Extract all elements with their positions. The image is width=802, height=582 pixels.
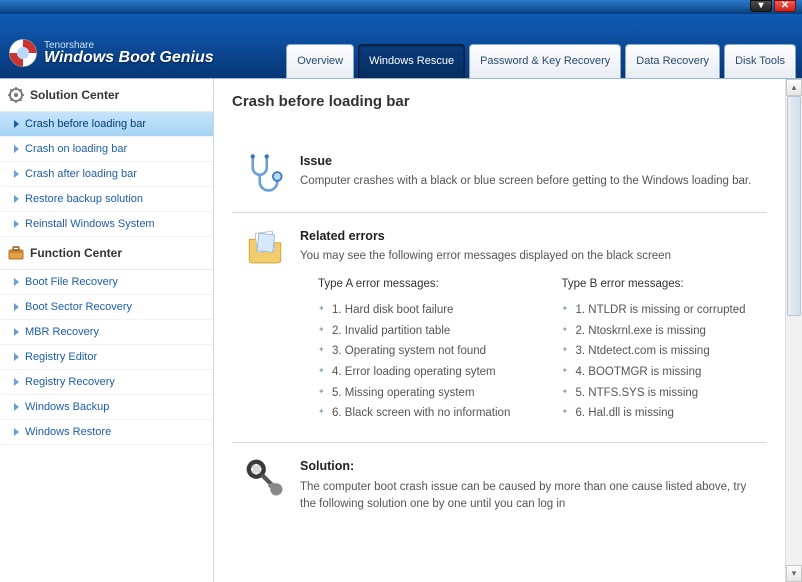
caret-right-icon — [14, 403, 19, 411]
solution-center-title: Solution Center — [30, 88, 119, 102]
caret-right-icon — [14, 170, 19, 178]
error-b-item: 5. NTFS.SYS is missing — [562, 383, 760, 404]
tab-disk-tools[interactable]: Disk Tools — [724, 44, 796, 78]
error-a-item: 4. Error loading operating sytem — [318, 362, 516, 383]
function-center-header: Function Center — [0, 237, 213, 270]
sidebar-item-registry-recovery[interactable]: Registry Recovery — [0, 370, 213, 395]
tab-password-key-recovery[interactable]: Password & Key Recovery — [469, 44, 621, 78]
error-b-item: 4. BOOTMGR is missing — [562, 362, 760, 383]
sidebar-item-windows-backup[interactable]: Windows Backup — [0, 395, 213, 420]
main-tabs: Overview Windows Rescue Password & Key R… — [286, 44, 802, 78]
sidebar-item-crash-before-loading[interactable]: Crash before loading bar — [0, 112, 213, 137]
stethoscope-icon — [244, 152, 286, 194]
sidebar: Solution Center Crash before loading bar… — [0, 79, 214, 582]
error-col-a: Type A error messages: 1. Hard disk boot… — [318, 276, 516, 424]
sidebar-item-restore-backup[interactable]: Restore backup solution — [0, 187, 213, 212]
related-intro: You may see the following error messages… — [300, 250, 671, 262]
close-button[interactable]: ✕ — [774, 0, 796, 12]
app-header: Tenorshare Windows Boot Genius Overview … — [0, 14, 802, 78]
error-col-b: Type B error messages: 1. NTLDR is missi… — [562, 276, 760, 424]
solution-text: The computer boot crash issue can be cau… — [300, 481, 746, 511]
scrollbar-down-button[interactable]: ▾ — [786, 565, 802, 582]
issue-block: Issue Computer crashes with a black or b… — [232, 138, 767, 213]
app-body: Solution Center Crash before loading bar… — [0, 78, 802, 582]
issue-heading: Issue — [300, 152, 759, 171]
caret-right-icon — [14, 378, 19, 386]
related-heading: Related errors — [300, 227, 759, 246]
sidebar-item-registry-editor[interactable]: Registry Editor — [0, 345, 213, 370]
solution-center-header: Solution Center — [0, 79, 213, 112]
related-errors-block: Related errors You may see the following… — [232, 213, 767, 443]
folder-paper-icon — [244, 227, 286, 269]
tab-data-recovery[interactable]: Data Recovery — [625, 44, 720, 78]
caret-right-icon — [14, 328, 19, 336]
solution-heading: Solution: — [300, 457, 759, 476]
sidebar-item-boot-file-recovery[interactable]: Boot File Recovery — [0, 270, 213, 295]
wrench-tire-icon — [244, 457, 286, 499]
vertical-scrollbar[interactable]: ▴ ▾ — [785, 79, 802, 582]
brand-product: Windows Boot Genius — [44, 49, 214, 66]
error-a-item: 1. Hard disk boot failure — [318, 300, 516, 321]
caret-right-icon — [14, 428, 19, 436]
caret-right-icon — [14, 278, 19, 286]
error-b-item: 2. Ntoskrnl.exe is missing — [562, 321, 760, 342]
error-a-item: 3. Operating system not found — [318, 341, 516, 362]
sidebar-item-crash-on-loading[interactable]: Crash on loading bar — [0, 137, 213, 162]
error-b-item: 1. NTLDR is missing or corrupted — [562, 300, 760, 321]
scrollbar-thumb[interactable] — [787, 96, 801, 316]
tab-windows-rescue[interactable]: Windows Rescue — [358, 44, 465, 78]
caret-right-icon — [14, 220, 19, 228]
window-titlebar: ▾ ✕ — [0, 0, 802, 14]
error-a-item: 2. Invalid partition table — [318, 321, 516, 342]
sidebar-item-reinstall-windows[interactable]: Reinstall Windows System — [0, 212, 213, 237]
sidebar-item-boot-sector-recovery[interactable]: Boot Sector Recovery — [0, 295, 213, 320]
caret-right-icon — [14, 195, 19, 203]
scrollbar-up-button[interactable]: ▴ — [786, 79, 802, 96]
caret-right-icon — [14, 145, 19, 153]
minimize-button[interactable]: ▾ — [750, 0, 772, 12]
sidebar-item-windows-restore[interactable]: Windows Restore — [0, 420, 213, 445]
function-center-title: Function Center — [30, 246, 122, 260]
tab-overview[interactable]: Overview — [286, 44, 354, 78]
gear-icon — [8, 87, 24, 103]
page-title: Crash before loading bar — [232, 93, 767, 110]
error-b-item: 6. Hal.dll is missing — [562, 403, 760, 424]
toolbox-icon — [8, 245, 24, 261]
caret-right-icon — [14, 353, 19, 361]
error-col-b-title: Type B error messages: — [562, 276, 760, 294]
sidebar-item-mbr-recovery[interactable]: MBR Recovery — [0, 320, 213, 345]
sidebar-item-crash-after-loading[interactable]: Crash after loading bar — [0, 162, 213, 187]
scrollbar-track[interactable] — [786, 96, 802, 565]
lifebuoy-icon — [8, 38, 38, 68]
brand: Tenorshare Windows Boot Genius — [8, 38, 214, 78]
solution-block: Solution: The computer boot crash issue … — [232, 443, 767, 522]
caret-right-icon — [14, 303, 19, 311]
error-a-item: 6. Black screen with no information — [318, 403, 516, 424]
error-b-item: 3. Ntdetect.com is missing — [562, 341, 760, 362]
main-content: Crash before loading bar Issue Computer … — [214, 79, 785, 582]
error-col-a-title: Type A error messages: — [318, 276, 516, 294]
issue-text: Computer crashes with a black or blue sc… — [300, 175, 751, 187]
error-a-item: 5. Missing operating system — [318, 383, 516, 404]
caret-right-icon — [14, 120, 19, 128]
